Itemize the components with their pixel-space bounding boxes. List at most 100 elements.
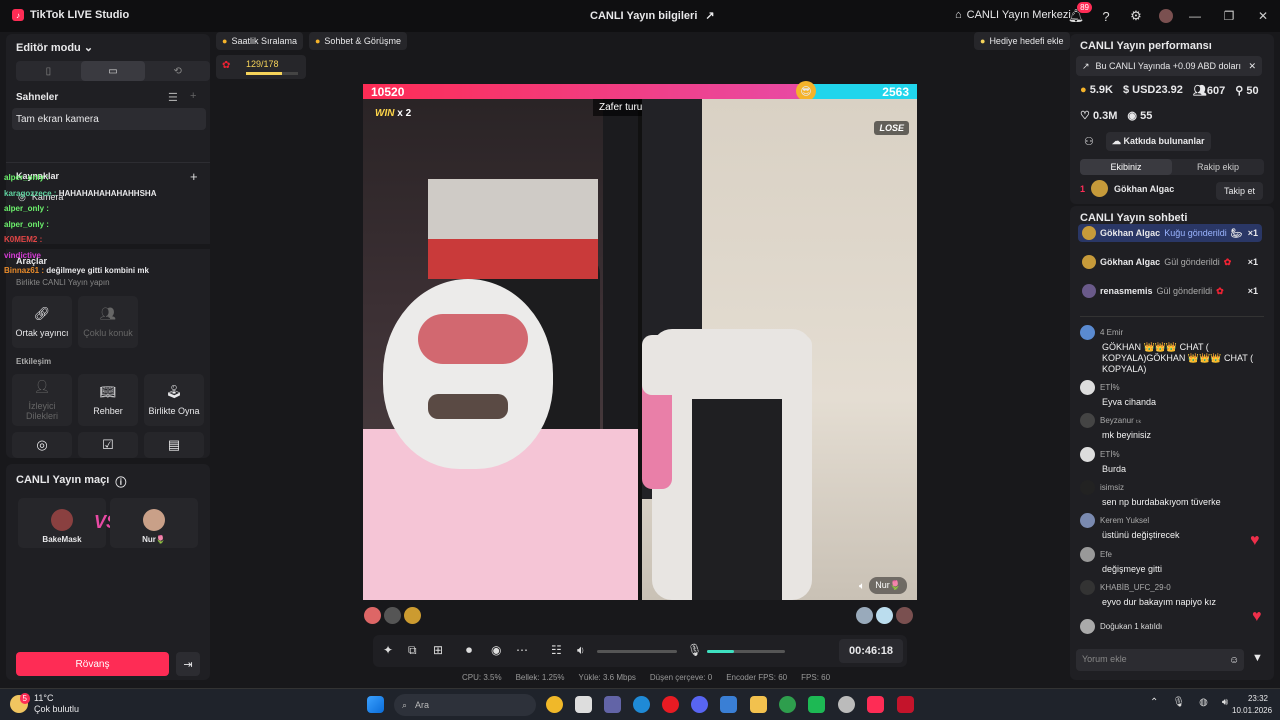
portrait-mode-icon[interactable]: ▯	[16, 61, 81, 81]
weather-widget[interactable]: 5 11°C Çok bulutlu	[10, 693, 79, 715]
avatar[interactable]	[896, 607, 913, 624]
microphone-icon[interactable]: 🎙︎	[687, 643, 702, 657]
windows-start-icon[interactable]	[367, 696, 384, 713]
add-frame-icon[interactable]: ⊞	[433, 643, 443, 657]
exit-icon[interactable]: ⇥	[176, 652, 200, 676]
host-video: WIN x 2	[363, 99, 638, 600]
chevron-down-icon: ⌄	[83, 42, 94, 54]
network-icon[interactable]: ◍	[1199, 697, 1208, 708]
emoji-icon[interactable]: ☺	[1229, 655, 1239, 666]
avatar[interactable]	[364, 607, 381, 624]
app-icon[interactable]	[808, 696, 825, 713]
contributors-button[interactable]: ☁ Katkıda bulunanlar	[1106, 132, 1211, 151]
player-left[interactable]: BakeMask	[18, 498, 106, 548]
stream-preview[interactable]: 10520 2563 😎︎ WIN x 2 Zafer turu 02:34 L…	[363, 81, 917, 600]
chevron-up-icon[interactable]: ⌃	[1150, 697, 1158, 708]
taskbar-search[interactable]: ⌕ Ara	[394, 694, 536, 716]
taskview-icon[interactable]	[575, 696, 592, 713]
filter-icon[interactable]: ▼	[1252, 652, 1263, 664]
tool-row3-3[interactable]: ▤	[144, 432, 204, 458]
avatar[interactable]	[876, 607, 893, 624]
list-icon[interactable]: ☰	[168, 91, 178, 104]
laughing-emoji-icon: 😎︎	[796, 81, 816, 101]
add-source-icon[interactable]: +	[190, 169, 198, 184]
settings-sliders-icon[interactable]: ☷	[551, 643, 562, 657]
gear-icon[interactable]: ⚙	[1126, 6, 1146, 26]
book-icon: 📖︎	[99, 384, 117, 399]
minimize-icon[interactable]: —	[1178, 0, 1212, 32]
multi-guest-label: Çoklu konuk	[83, 328, 133, 338]
metrics: ● 5.9K $ USD23.92 👥︎607 ⚲ 50 ♡ 0.3M ◉ 55	[1080, 84, 1264, 122]
player-right[interactable]: Nur🌷	[110, 498, 198, 548]
close-icon[interactable]: ✕	[1246, 0, 1280, 32]
speaker-icon[interactable]: 🔈︎	[859, 581, 865, 592]
tab-rival-team[interactable]: Rakip ekip	[1172, 159, 1264, 175]
add-scene-icon[interactable]: +	[190, 90, 196, 102]
maximize-icon[interactable]: ❐	[1212, 0, 1246, 32]
avatar	[1091, 180, 1109, 197]
mic-tray-icon[interactable]: 🎙︎	[1172, 697, 1185, 708]
volume-icon[interactable]: 🔉︎	[577, 643, 585, 658]
chrome-icon[interactable]	[546, 696, 563, 713]
opera-icon[interactable]	[662, 696, 679, 713]
avatar[interactable]	[384, 607, 401, 624]
close-icon[interactable]: ✕	[1248, 61, 1256, 72]
tiktok-icon[interactable]	[867, 696, 884, 713]
tiktok-live-studio-icon[interactable]	[897, 696, 914, 713]
live-info-button[interactable]: CANLI Yayın bilgileri ↗	[590, 9, 715, 23]
profile-avatar[interactable]	[1156, 6, 1176, 26]
landscape-mode-icon[interactable]: ▭	[80, 61, 146, 81]
mic-slider[interactable]	[707, 650, 785, 653]
hourly-ranking-button[interactable]: ● Saatlik Sıralama	[216, 32, 303, 50]
viewer-requests-button[interactable]: 👤︎ İzleyici Dilekleri	[12, 374, 72, 426]
more-icon[interactable]: ⋯	[516, 643, 528, 657]
home-icon: ⌂	[955, 9, 962, 21]
chrome-beta-icon[interactable]	[779, 696, 796, 713]
help-icon[interactable]: ⓘ	[115, 474, 126, 490]
gift-goal-button[interactable]: ● Hediye hedefi ekle	[974, 32, 1070, 50]
live-center-button[interactable]: ⌂ CANLI Yayın Merkezi	[955, 9, 1071, 21]
multi-guest-button[interactable]: 👥︎ Çoklu konuk	[78, 296, 138, 348]
tool-row3-1[interactable]: ◎	[12, 432, 72, 458]
chat-call-button[interactable]: ● Sohbet & Görüşme	[308, 32, 407, 50]
bell-icon[interactable]: 🔔︎ 89	[1066, 2, 1092, 26]
guide-button[interactable]: 📖︎ Rehber	[78, 374, 138, 426]
player-right-avatar	[143, 509, 165, 531]
scene-item[interactable]: Tam ekran kamera	[12, 108, 206, 130]
teams-icon[interactable]	[604, 696, 621, 713]
guest-video: LOSE 🔈︎ Nur🌷	[642, 99, 917, 600]
edge-icon[interactable]	[633, 696, 650, 713]
ranking-widget[interactable]: ✿ 129/178	[216, 55, 306, 79]
performance-title: CANLI Yayın performansı	[1080, 40, 1212, 52]
play-together-button[interactable]: 🕹︎ Birlikte Oyna	[144, 374, 204, 426]
editor-mode-dropdown[interactable]: Editör modu ⌄	[16, 41, 93, 54]
follow-button[interactable]: Takip et	[1216, 182, 1264, 200]
avatar[interactable]	[856, 607, 873, 624]
app-icon[interactable]	[838, 696, 855, 713]
volume-tray-icon[interactable]: 🔊︎	[1222, 697, 1228, 708]
score-left: 10520	[371, 85, 405, 99]
chat-message: ETİ% Burda	[1080, 447, 1270, 475]
camera-switch-icon[interactable]: ◉	[491, 643, 501, 657]
tab-our-team[interactable]: Ekibiniz	[1080, 159, 1172, 175]
cohost-button[interactable]: 🔗︎ Ortak yayıncı	[12, 296, 72, 348]
user-settings-icon[interactable]: ⚇	[1084, 135, 1094, 148]
mail-icon[interactable]	[720, 696, 737, 713]
tool-row3-2[interactable]: ☑	[78, 432, 138, 458]
comment-input[interactable]: Yorum ekle	[1076, 649, 1244, 671]
lose-badge: LOSE	[874, 121, 909, 135]
help-icon[interactable]: ?	[1096, 6, 1116, 26]
screen-share-icon[interactable]: ⧉	[408, 643, 417, 658]
volume-slider[interactable]	[597, 650, 677, 653]
rotate-mode-icon[interactable]: ⟲	[145, 61, 210, 81]
clock[interactable]: 23:32 10.01.2026	[1232, 693, 1272, 717]
avatar[interactable]	[404, 607, 421, 624]
record-icon[interactable]: ⏺	[466, 643, 472, 658]
folder-icon[interactable]	[750, 696, 767, 713]
magic-wand-icon[interactable]: ✦	[383, 643, 393, 657]
overlay-line-2: karagozzece : HAHAHAHAHAHAHHSHA	[4, 188, 157, 198]
discord-icon[interactable]	[691, 696, 708, 713]
rose-icon: ✿	[1223, 256, 1232, 267]
rematch-button[interactable]: Rövanş	[16, 652, 169, 676]
archive-icon: ▤	[167, 437, 181, 452]
